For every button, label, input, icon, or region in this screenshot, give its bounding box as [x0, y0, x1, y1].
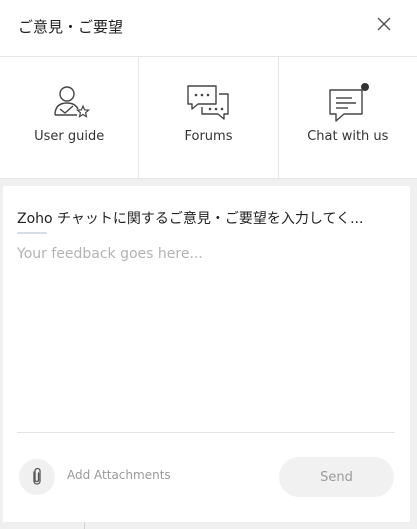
- send-button[interactable]: Send: [279, 457, 394, 497]
- panel-title: ご意見・ご要望: [18, 18, 124, 36]
- chat-label: Chat with us: [307, 129, 389, 144]
- online-dot-icon: [360, 83, 369, 91]
- paperclip-icon: [33, 467, 41, 485]
- bottom-divider: [84, 522, 85, 529]
- user-guide-option[interactable]: User guide: [0, 57, 140, 178]
- feedback-panel: ご意見・ご要望 User guide Forums Chat with us Z…: [0, 0, 417, 529]
- forums-option[interactable]: Forums: [139, 57, 279, 178]
- divider: [17, 432, 395, 433]
- user-guide-icon: [54, 86, 91, 118]
- subject-underline: [17, 232, 47, 234]
- forums-label: Forums: [184, 129, 233, 144]
- feedback-subject[interactable]: Zoho チャットに関するご意見・ご要望を入力してく...: [17, 208, 397, 228]
- attach-button[interactable]: [19, 459, 55, 495]
- forums-icon: [187, 85, 230, 120]
- chat-icon: [329, 83, 369, 122]
- help-options: User guide Forums Chat with us: [0, 57, 417, 179]
- chat-option[interactable]: Chat with us: [279, 57, 417, 178]
- panel-header: ご意見・ご要望: [0, 0, 417, 57]
- close-icon[interactable]: [374, 14, 394, 34]
- feedback-input[interactable]: [17, 246, 395, 426]
- bottom-strip: [0, 522, 417, 529]
- user-guide-label: User guide: [34, 129, 105, 144]
- feedback-form: Zoho チャットに関するご意見・ご要望を入力してく... Add Attach…: [3, 186, 410, 522]
- attach-label[interactable]: Add Attachments: [67, 468, 171, 482]
